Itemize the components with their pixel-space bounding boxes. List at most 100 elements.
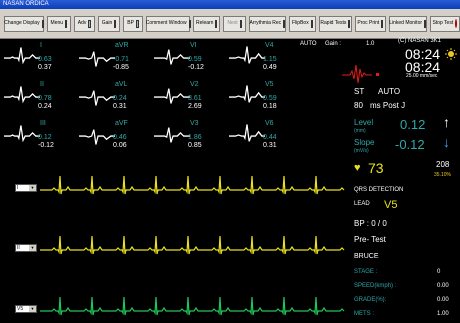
lead-complex-trace (154, 127, 190, 143)
rhythm-strip-trace (40, 296, 345, 316)
lead-cell: VI 0.59 -0.12 (150, 39, 225, 78)
toolbar-button-label: Proc Print (357, 20, 380, 26)
qrs-lead-value[interactable]: V5 (384, 199, 397, 211)
lead-complex-trace (229, 85, 265, 103)
protocol-name: BRUCE (354, 253, 379, 260)
lead-st-level: 1.15 (263, 56, 277, 63)
lead-st-level: 0.24 (113, 95, 127, 102)
lead-st-slope: 0.31 (263, 142, 277, 149)
slope-label: Slope (354, 138, 375, 147)
lead-name: VI (190, 42, 197, 49)
toolbar-button-proc-print[interactable]: Proc Print (355, 15, 386, 32)
lead-st-slope: 0.85 (188, 142, 202, 149)
lead-grid: I 0.63 0.37 aVR -0.71 -0.85 VI 0.59 -0.12 V4 1.15 0… (0, 39, 300, 157)
toolbar-button-label: Adv (77, 20, 87, 26)
lead-complex-trace (4, 47, 40, 65)
toolbar-button-change-display[interactable]: Change Display (4, 15, 44, 32)
lead-st-level: 1.86 (188, 134, 202, 141)
lead-st-slope: -0.85 (113, 64, 129, 71)
slope-unit: (mV/s) (354, 148, 369, 154)
post-j-label: ms Post J (370, 101, 406, 110)
lead-name: V3 (190, 120, 199, 127)
heart-icon: ♥ (354, 162, 361, 174)
lead-st-slope: -0.12 (38, 142, 54, 149)
brand: (C) NASAN 3K1 (398, 38, 442, 44)
toolbar-button-label: Linked Monitor (389, 20, 423, 26)
lead-st-level: 3.61 (188, 95, 202, 102)
lead-complex-waveform (154, 49, 190, 65)
toolbar-button-next: Next (223, 15, 246, 32)
lead-complex-trace (4, 86, 40, 104)
relearn-icon (215, 19, 218, 28)
toolbar-button-bp[interactable]: BP (123, 15, 144, 32)
lead-cell: III 0.12 -0.12 (0, 117, 75, 156)
lead-cell: aVF 0.46 0.06 (75, 117, 150, 156)
qrs-lead-label: LEAD (354, 201, 370, 207)
toolbar-button-flipbox[interactable]: FlipBox (288, 15, 316, 32)
toolbar-button-rapid-tests[interactable]: Rapid Tests (318, 15, 353, 32)
lead-st-level: 0.63 (38, 56, 52, 63)
target-heart-rate: 208 (436, 160, 450, 169)
toolbar-button-comment-window[interactable]: Comment Window (146, 15, 191, 32)
toolbar-button-adv[interactable]: Adv (73, 15, 95, 32)
toolbar-button-label: Rapid Tests (320, 20, 347, 26)
toolbar-button-menu[interactable]: Menu (46, 15, 71, 32)
toolbar-button-gain[interactable]: Gain (97, 15, 121, 32)
lead-cell: V4 1.15 0.49 (225, 39, 300, 78)
lead-cell: I 0.63 0.37 (0, 39, 75, 78)
rapid-icon (348, 19, 351, 28)
st-mode: AUTO (378, 87, 401, 96)
strip-lead-select[interactable]: V5 ▼ (15, 305, 37, 313)
toolbar-button-label: Menu (50, 20, 64, 26)
lead-st-level: 0.44 (263, 134, 277, 141)
toolbar-button-label: Gain (101, 20, 113, 26)
speed-label: SPEED(kmph) : (354, 283, 397, 289)
lead-st-level: 0.12 (38, 134, 52, 141)
lead-cell: V3 1.86 0.85 (150, 117, 225, 156)
lead-name: V2 (190, 81, 199, 88)
lead-cell: II 0.78 0.24 (0, 78, 75, 117)
qrs-detection-label: QRS DETECTION (354, 187, 404, 193)
st-label: ST (354, 87, 365, 96)
level-value: 0.12 (400, 117, 426, 132)
heart-rate: 73 (368, 160, 384, 176)
speed-value: 0.00 (437, 283, 449, 289)
toolbar-button-linked-monitor[interactable]: Linked Monitor (388, 15, 427, 32)
mets-label: METS : (354, 311, 375, 317)
paper-speed: 25.00 mm/sec (406, 73, 438, 79)
display-icon (41, 19, 44, 28)
lead-cell: aVR -0.71 -0.85 (75, 39, 150, 78)
lead-st-level: 0.46 (113, 134, 127, 141)
toolbar-button-label: Change Display (4, 20, 40, 26)
menu-icon (65, 19, 68, 28)
toolbar-button-relearn[interactable]: Relearn (193, 15, 221, 32)
lead-complex-waveform (79, 90, 115, 106)
toolbar-button-stop-test[interactable]: Stop Test (429, 15, 460, 32)
bp-icon (135, 19, 140, 28)
slope-value: -0.12 (395, 137, 425, 152)
strip-lead-select[interactable]: I ▼ (15, 184, 37, 192)
lead-st-slope: 0.24 (38, 103, 52, 110)
lead-name: aVR (115, 42, 129, 49)
lead-st-level: 0.78 (38, 95, 52, 102)
lead-name: I (40, 42, 42, 49)
strip-lead-value: II (17, 245, 20, 251)
comment-icon (188, 19, 191, 28)
lead-st-slope: -0.12 (188, 64, 204, 71)
lead-st-slope: 0.31 (113, 103, 127, 110)
lead-name: V6 (265, 120, 274, 127)
print-icon (381, 19, 384, 28)
status-gain-label: Gain : (325, 41, 342, 47)
toolbar-button-label: BP (127, 20, 134, 26)
flipbox-icon (310, 19, 313, 28)
status-mode: AUTO (300, 41, 317, 47)
stage-label: STAGE : (354, 269, 378, 275)
toolbar-button-arrythmia-rec[interactable]: Arrythmia Rec (248, 15, 286, 32)
toolbar: Change Display Menu Adv Gain BP Comment Windo… (0, 9, 460, 39)
lead-st-slope: 0.18 (263, 103, 277, 110)
strip-lead-select[interactable]: II ▼ (15, 244, 37, 252)
arrhythmia-icon (283, 19, 286, 28)
lead-complex-waveform (229, 85, 265, 103)
lead-st-slope: 0.37 (38, 64, 52, 71)
lead-cell: V6 0.44 0.31 (225, 117, 300, 156)
